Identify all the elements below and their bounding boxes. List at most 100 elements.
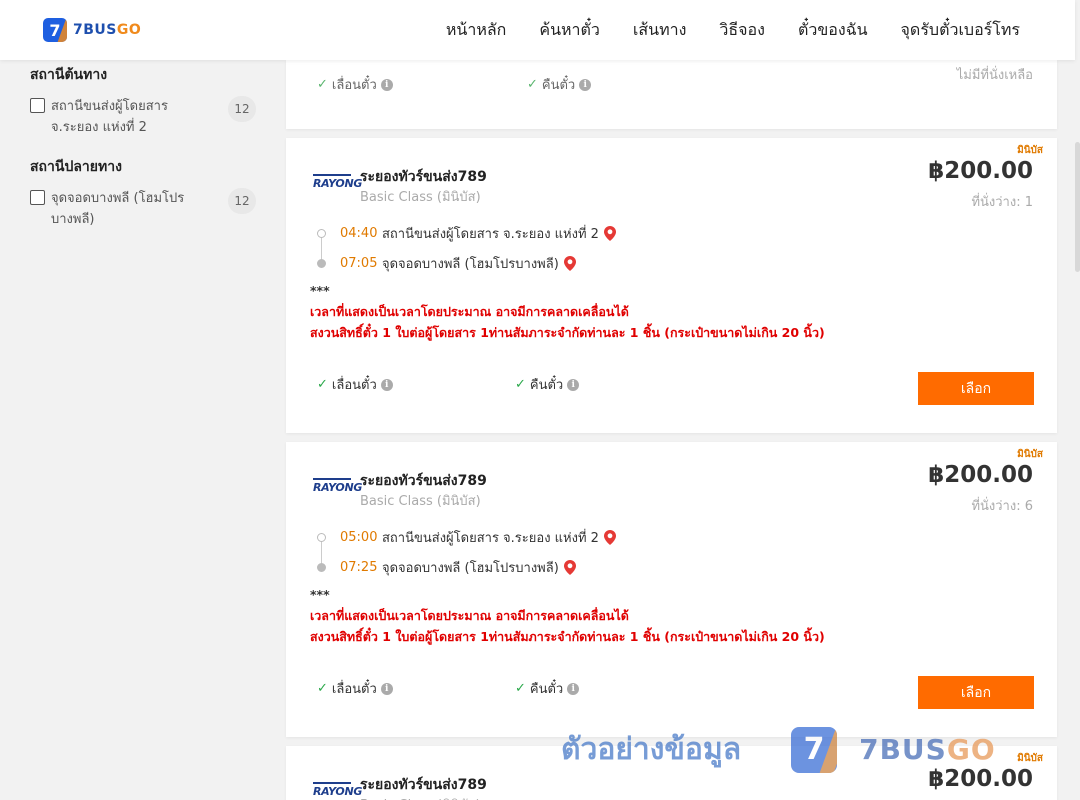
watermark-text: ตัวอย่างข้อมูล [561, 732, 742, 767]
operator-name: ระยองทัวร์ขนส่ง789 [360, 169, 487, 185]
dest-count-badge: 12 [228, 188, 256, 214]
origin-filter-title: สถานีต้นทาง [30, 67, 108, 83]
main-nav: หน้าหลัก ค้นหาตั๋ว เส้นทาง วิธีจอง ตั๋วข… [446, 0, 1020, 60]
service-class: Basic Class (มินิบัส) [360, 794, 481, 800]
arrival-time: 07:05 [340, 255, 378, 271]
nav-my-tickets[interactable]: ตั๋วของฉัน [798, 18, 868, 43]
trip-price: ฿200.00 [928, 158, 1033, 184]
origin-checkbox[interactable] [30, 98, 45, 113]
origin-option-label: สถานีขนส่งผู้โดยสาร จ.ระยอง แห่งที่ 2 [51, 99, 168, 135]
operator-name: ระยองทัวร์ขนส่ง789 [360, 777, 487, 793]
info-icon[interactable]: i [579, 78, 592, 91]
trip-card: มินิบัส RAYONG ระยองทัวร์ขนส่ง789 Basic … [286, 442, 1057, 737]
refund-ticket-option: ✓ คืนตั๋ว i [515, 678, 713, 699]
info-icon[interactable]: i [380, 78, 393, 91]
map-pin-icon[interactable] [563, 256, 576, 271]
nav-home[interactable]: หน้าหลัก [446, 18, 507, 43]
refund-ticket-label: คืนตั๋ว [541, 78, 576, 93]
top-header: 7 7BUSGO หน้าหลัก ค้นหาตั๋ว เส้นทาง วิธี… [0, 0, 1075, 60]
check-icon: ✓ [317, 681, 328, 696]
note-stars: *** [310, 587, 330, 602]
arrival-dot-icon [317, 258, 326, 268]
trip-notes: *** เวลาที่แสดงเป็นเวลาโดยประมาณ อาจมีกา… [310, 280, 825, 343]
bus-type-tag: มินิบัส [1017, 145, 1043, 156]
note-time-warning: เวลาที่แสดงเป็นเวลาโดยประมาณ อาจมีการคลา… [310, 608, 629, 623]
note-time-warning: เวลาที่แสดงเป็นเวลาโดยประมาณ อาจมีการคลา… [310, 304, 629, 319]
trip-route: 04:40 สถานีขนส่งผู้โดยสาร จ.ระยอง แห่งที… [317, 218, 690, 278]
check-icon: ✓ [317, 377, 328, 392]
trip-card-partial-top: ✓ เลื่อนตั๋ว i ✓ คืนตั๋ว i ไม่มีที่นั่งเ… [286, 60, 1057, 129]
bus-type-tag: มินิบัส [1017, 753, 1043, 764]
watermark-logo-icon: 7 [791, 726, 838, 773]
departure-dot-icon [317, 228, 326, 238]
refund-ticket-label: คืนตั๋ว [529, 378, 564, 393]
trip-notes: *** เวลาที่แสดงเป็นเวลาโดยประมาณ อาจมีกา… [310, 584, 825, 647]
logo-badge-icon: 7 [43, 18, 67, 42]
info-icon[interactable]: i [567, 378, 580, 391]
departure-dot-icon [317, 532, 326, 542]
departure-station: สถานีขนส่งผู้โดยสาร จ.ระยอง แห่งที่ 2 [382, 530, 599, 546]
ticket-options: ✓ เลื่อนตั๋ว i ✓ คืนตั๋ว i [317, 374, 713, 395]
map-pin-icon[interactable] [563, 560, 576, 575]
map-pin-icon[interactable] [603, 226, 616, 241]
trip-route: 05:00 สถานีขนส่งผู้โดยสาร จ.ระยอง แห่งที… [317, 522, 690, 582]
site-logo[interactable]: 7 7BUSGO [43, 18, 141, 42]
ticket-options: ✓ เลื่อนตั๋ว i ✓ คืนตั๋ว i [317, 678, 713, 699]
trip-card: มินิบัส RAYONG ระยองทัวร์ขนส่ง789 Basic … [286, 138, 1057, 433]
arrival-time: 07:25 [340, 559, 378, 575]
nav-search-ticket[interactable]: ค้นหาตั๋ว [539, 18, 600, 43]
info-icon[interactable]: i [380, 682, 393, 695]
select-trip-button[interactable]: เลือก [918, 676, 1034, 709]
departure-time: 04:40 [340, 225, 378, 241]
check-icon: ✓ [527, 77, 538, 92]
origin-filter-option[interactable]: สถานีขนส่งผู้โดยสาร จ.ระยอง แห่งที่ 2 12 [30, 96, 256, 138]
refund-ticket-label: คืนตั๋ว [529, 682, 564, 697]
change-ticket-label: เลื่อนตั๋ว [331, 78, 377, 93]
dest-checkbox[interactable] [30, 190, 45, 205]
operator-logo: RAYONG [313, 174, 362, 193]
note-stars: *** [310, 283, 330, 298]
info-icon[interactable]: i [380, 378, 393, 391]
note-baggage-policy: สงวนสิทธิ์ตั๋ว 1 ใบต่อผู้โดยสาร 1ท่านสัม… [310, 325, 825, 340]
check-icon: ✓ [515, 377, 526, 392]
origin-count-badge: 12 [228, 96, 256, 122]
check-icon: ✓ [515, 681, 526, 696]
seats-available: ที่นั่งว่าง: 1 [971, 195, 1033, 210]
arrival-stop: 07:25 จุดจอดบางพลี (โฮมโปรบางพลี) [317, 552, 690, 582]
filter-sidebar: สถานีต้นทาง สถานีขนส่งผู้โดยสาร จ.ระยอง … [30, 64, 256, 248]
trip-price: ฿200.00 [928, 462, 1033, 488]
logo-text: 7BUSGO [73, 22, 142, 38]
nav-routes[interactable]: เส้นทาง [633, 18, 687, 43]
operator-logo: RAYONG [313, 478, 362, 497]
departure-time: 05:00 [340, 529, 378, 545]
no-seat-status: ไม่มีที่นั่งเหลือ [956, 68, 1033, 83]
change-ticket-option: ✓ เลื่อนตั๋ว i [317, 678, 515, 699]
select-trip-button[interactable]: เลือก [918, 372, 1034, 405]
nav-how-to-book[interactable]: วิธีจอง [719, 18, 765, 43]
info-icon[interactable]: i [567, 682, 580, 695]
operator-logo: RAYONG [313, 782, 362, 800]
departure-stop: 05:00 สถานีขนส่งผู้โดยสาร จ.ระยอง แห่งที… [317, 522, 690, 552]
arrival-dot-icon [317, 562, 326, 572]
arrival-station: จุดจอดบางพลี (โฮมโปรบางพลี) [382, 256, 559, 272]
nav-ticket-pickup[interactable]: จุดรับตั๋วเบอร์โทร [901, 18, 1020, 43]
bus-type-tag: มินิบัส [1017, 449, 1043, 460]
map-pin-icon[interactable] [603, 530, 616, 545]
arrival-station: จุดจอดบางพลี (โฮมโปรบางพลี) [382, 560, 559, 576]
refund-ticket-option: ✓ คืนตั๋ว i [527, 74, 737, 95]
operator-name: ระยองทัวร์ขนส่ง789 [360, 473, 487, 489]
change-ticket-option: ✓ เลื่อนตั๋ว i [317, 74, 527, 95]
service-class: Basic Class (มินิบัส) [360, 494, 481, 509]
service-class: Basic Class (มินิบัส) [360, 190, 481, 205]
page-scrollbar-thumb[interactable] [1075, 142, 1080, 272]
note-baggage-policy: สงวนสิทธิ์ตั๋ว 1 ใบต่อผู้โดยสาร 1ท่านสัม… [310, 629, 825, 644]
arrival-stop: 07:05 จุดจอดบางพลี (โฮมโปรบางพลี) [317, 248, 690, 278]
dest-filter-title: สถานีปลายทาง [30, 159, 122, 175]
change-ticket-option: ✓ เลื่อนตั๋ว i [317, 374, 515, 395]
refund-ticket-option: ✓ คืนตั๋ว i [515, 374, 713, 395]
dest-filter-option[interactable]: จุดจอดบางพลี (โฮมโปรบางพลี) 12 [30, 188, 256, 230]
departure-stop: 04:40 สถานีขนส่งผู้โดยสาร จ.ระยอง แห่งที… [317, 218, 690, 248]
change-ticket-label: เลื่อนตั๋ว [331, 682, 377, 697]
change-ticket-label: เลื่อนตั๋ว [331, 378, 377, 393]
watermark-brand: 7BUSGO [859, 733, 996, 766]
